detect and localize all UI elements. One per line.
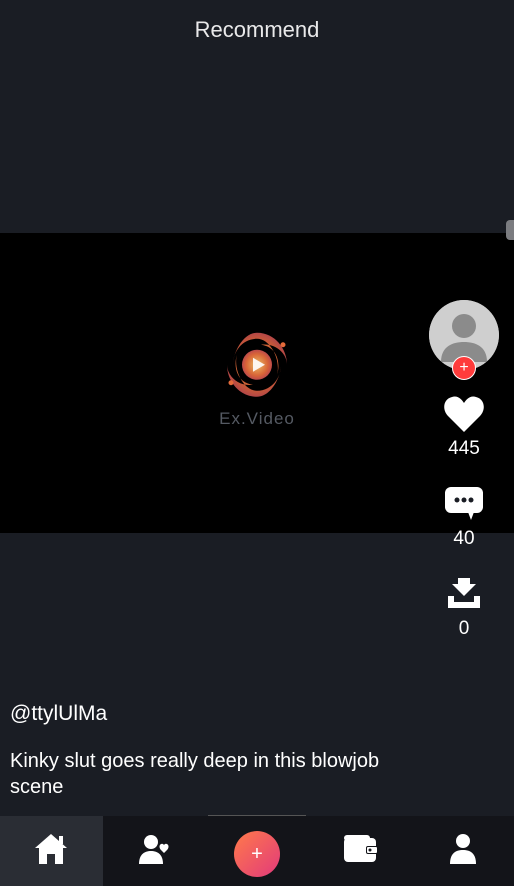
download-icon [444, 576, 484, 612]
person-icon [448, 832, 478, 871]
home-icon [33, 832, 69, 871]
follow-button[interactable]: + [452, 356, 476, 380]
watermark-logo-icon [217, 325, 297, 405]
author-username[interactable]: @ttylUlMa [10, 702, 404, 726]
scrollbar[interactable] [506, 220, 514, 240]
like-count: 445 [448, 438, 480, 460]
nav-wallet[interactable] [308, 816, 411, 886]
create-button[interactable]: + [234, 831, 280, 877]
heart-icon [444, 396, 484, 432]
nav-profile[interactable] [411, 816, 514, 886]
page-title[interactable]: Recommend [195, 17, 320, 43]
nav-following[interactable] [103, 816, 206, 886]
header: Recommend [0, 0, 514, 60]
comment-icon [444, 486, 484, 522]
person-heart-icon [137, 832, 171, 871]
watermark-text: Ex.Video [219, 409, 295, 429]
plus-icon: + [251, 843, 263, 866]
caption-area: @ttylUlMa Kinky slut goes really deep in… [10, 702, 404, 800]
author-avatar-wrap: + [429, 300, 499, 370]
video-caption: Kinky slut goes really deep in this blow… [10, 748, 404, 800]
comment-count: 40 [453, 528, 474, 550]
like-button[interactable]: 445 [444, 396, 484, 460]
bottom-nav: + [0, 816, 514, 886]
nav-create[interactable]: + [206, 816, 309, 886]
plus-icon: + [459, 360, 468, 376]
nav-home[interactable] [0, 816, 103, 886]
comment-button[interactable]: 40 [444, 486, 484, 550]
action-rail: + 445 40 0 [424, 300, 504, 640]
wallet-icon [342, 834, 378, 869]
download-count: 0 [459, 618, 470, 640]
video-watermark: Ex.Video [217, 325, 297, 429]
download-button[interactable]: 0 [444, 576, 484, 640]
